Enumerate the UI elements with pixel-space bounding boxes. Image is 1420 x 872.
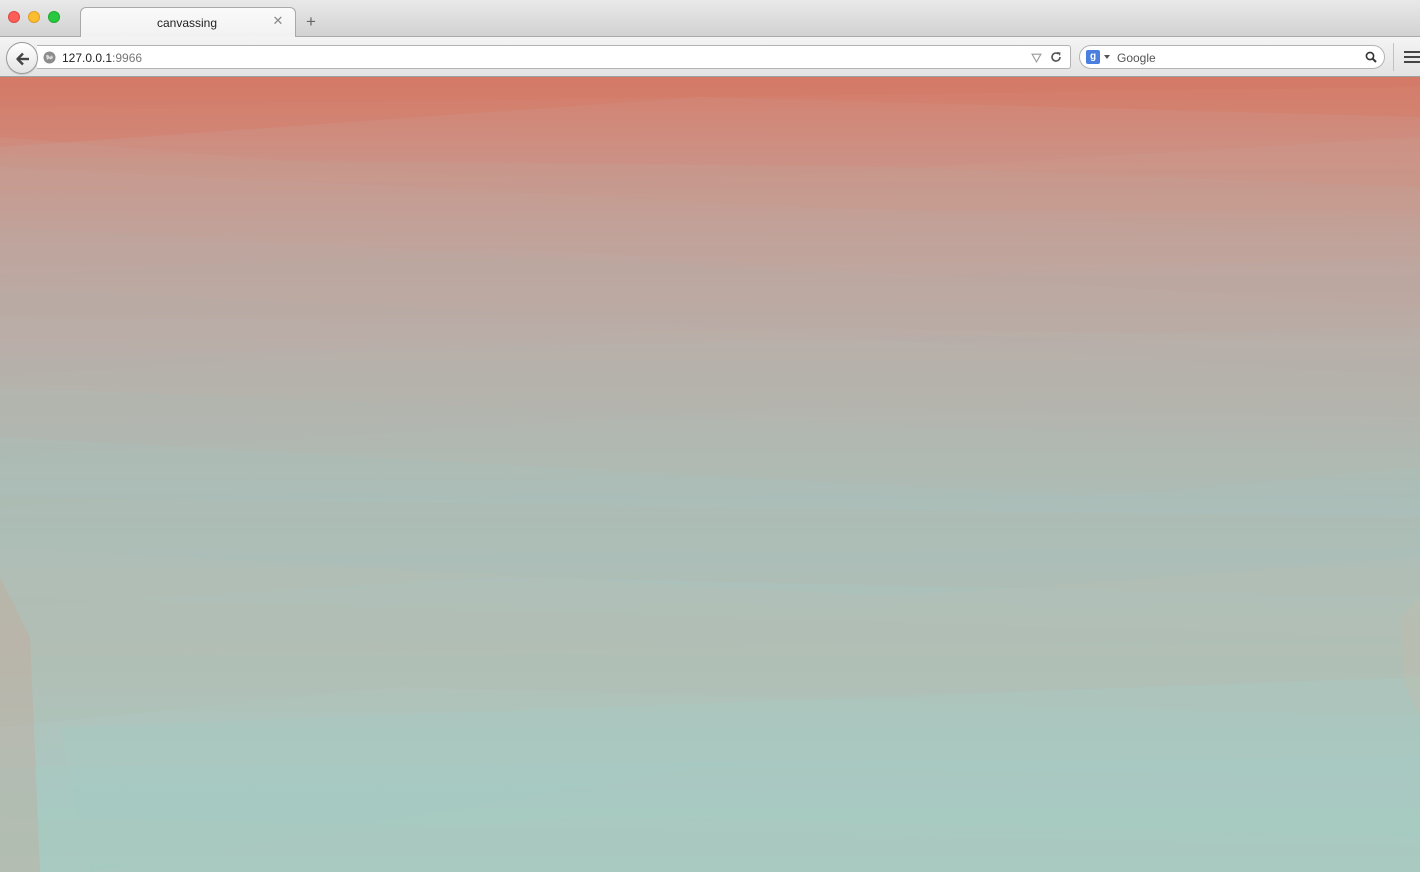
search-input[interactable]: Google: [1117, 51, 1156, 65]
close-icon[interactable]: ✕: [271, 14, 285, 28]
tab-canvassing[interactable]: canvassing ✕: [80, 7, 296, 38]
tab-title: canvassing: [156, 16, 218, 30]
page-canvas[interactable]: [0, 77, 1420, 872]
tab-strip: canvassing ✕ +: [0, 0, 1420, 38]
canvas-art: [0, 77, 1420, 872]
address-bar[interactable]: 127.0.0.1:9966: [37, 45, 1071, 69]
star-icon[interactable]: [1031, 52, 1042, 63]
url-port: :9966: [112, 51, 143, 65]
hamburger-menu-icon[interactable]: [1404, 51, 1420, 63]
back-button[interactable]: [6, 42, 38, 74]
plus-icon[interactable]: +: [302, 13, 320, 31]
toolbar-divider: [1393, 43, 1394, 71]
back-arrow-icon: [16, 52, 29, 66]
window-close-button[interactable]: [8, 11, 20, 23]
globe-icon: [43, 51, 56, 64]
reload-icon[interactable]: [1050, 51, 1062, 63]
url-text: 127.0.0.1:9966: [62, 51, 142, 65]
search-icon[interactable]: [1365, 51, 1377, 63]
search-bar[interactable]: g Google: [1079, 45, 1385, 69]
search-engine-icon[interactable]: g: [1086, 50, 1100, 64]
window-zoom-button[interactable]: [48, 11, 60, 23]
url-host: 127.0.0.1: [62, 51, 113, 65]
navigation-toolbar: 127.0.0.1:9966 g Google: [0, 37, 1420, 77]
window-minimize-button[interactable]: [28, 11, 40, 23]
chevron-down-icon[interactable]: [1104, 55, 1110, 59]
